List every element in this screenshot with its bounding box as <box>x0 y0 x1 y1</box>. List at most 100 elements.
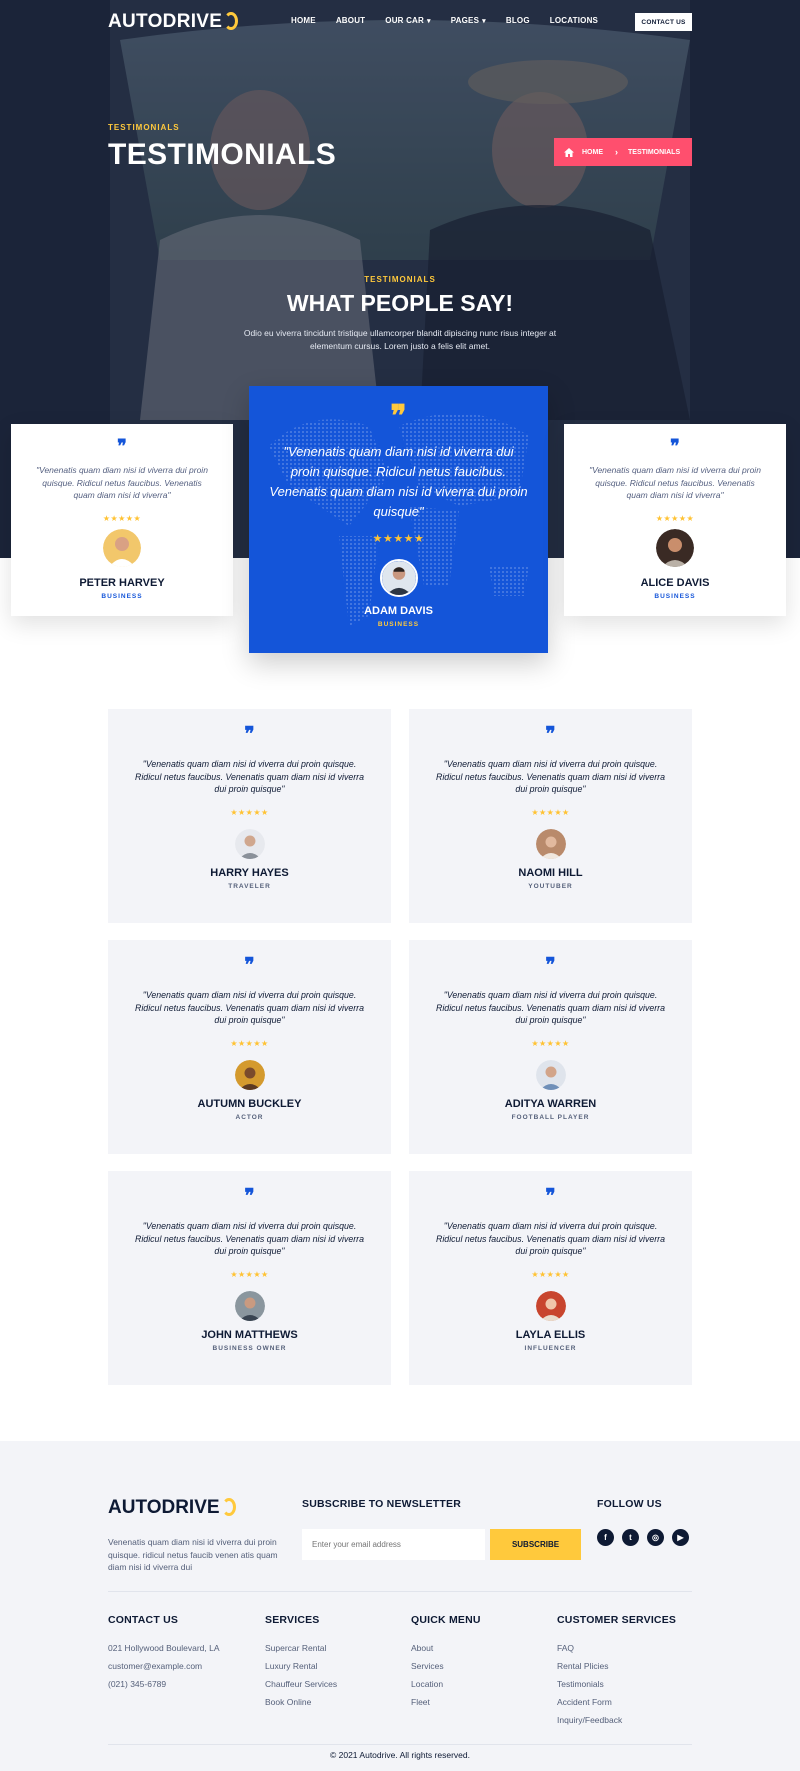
featured-testimonial-right: ❞ "Venenatis quam diam nisi id viverra d… <box>564 424 786 616</box>
contact-us-button[interactable]: CONTACT US <box>635 13 692 31</box>
facebook-icon[interactable]: f <box>597 1529 614 1546</box>
footer-link[interactable]: Inquiry/Feedback <box>557 1715 676 1725</box>
nav-label: PAGES <box>450 16 480 25</box>
footer-quick-menu-column: QUICK MENU About Services Location Fleet <box>411 1614 481 1715</box>
testimonial-card: ❞ "Venenatis quam diam nisi id viverra d… <box>409 1171 692 1385</box>
nav-label: ABOUT <box>335 16 366 25</box>
quote-icon: ❞ <box>244 1185 255 1207</box>
testimonial-role: BUSINESS <box>377 621 420 628</box>
breadcrumb-home[interactable]: HOME <box>582 149 603 156</box>
quote-icon: ❞ <box>244 723 255 745</box>
testimonial-role: FOOTBALL PLAYER <box>511 1113 590 1121</box>
testimonial-quote: "Venenatis quam diam nisi id viverra dui… <box>436 1221 665 1256</box>
logo-text: AUTODRIVE <box>108 1497 220 1518</box>
banner-eyebrow: TESTIMONIALS <box>108 123 180 132</box>
testimonial-quote: "Venenatis quam diam nisi id viverra dui… <box>135 1221 364 1256</box>
footer-link[interactable]: Rental Plicies <box>557 1661 676 1671</box>
star-rating: ★★★★★ <box>531 1038 570 1048</box>
breadcrumb: HOME › TESTIMONIALS <box>554 138 692 166</box>
footer-address: 021 Hollywood Boulevard, LA <box>108 1643 220 1653</box>
star-rating: ★★★★★ <box>531 807 570 817</box>
avatar <box>379 559 418 597</box>
nav-blog[interactable]: BLOG <box>506 16 530 25</box>
footer-link[interactable]: Services <box>411 1661 481 1671</box>
avatar <box>535 828 566 859</box>
testimonial-name: LAYLA ELLIS <box>515 1328 586 1341</box>
testimonial-role: BUSINESS OWNER <box>212 1344 287 1352</box>
footer-customer-services-heading: CUSTOMER SERVICES <box>557 1614 677 1626</box>
logo-mark-icon <box>224 12 239 30</box>
quote-icon: ❞ <box>117 436 127 457</box>
testimonial-quote: "Venenatis quam diam nisi id viverra dui… <box>589 465 761 500</box>
main-nav: HOME ABOUT OUR CAR ▾ PAGES ▾ BLOG LOCATION… <box>291 16 618 25</box>
testimonial-role: TRAVELER <box>228 882 271 890</box>
newsletter-email-input[interactable] <box>302 1529 485 1560</box>
star-rating: ★★★★★ <box>230 1038 269 1048</box>
testimonial-quote: "Venenatis quam diam nisi id viverra dui… <box>36 465 208 500</box>
footer-link[interactable]: Fleet <box>411 1697 481 1707</box>
avatar <box>234 1059 265 1090</box>
footer-link[interactable]: Location <box>411 1679 481 1689</box>
footer-services-column: SERVICES Supercar Rental Luxury Rental C… <box>265 1614 337 1715</box>
quote-icon: ❞ <box>670 436 680 457</box>
footer-bottom-divider <box>108 1744 692 1745</box>
nav-our-car[interactable]: OUR CAR ▾ <box>385 16 430 25</box>
footer-logo[interactable]: AUTODRIVE <box>108 1497 236 1519</box>
nav-label: HOME <box>291 16 316 25</box>
testimonial-name: PETER HARVEY <box>79 576 165 589</box>
footer-link[interactable]: Supercar Rental <box>265 1643 337 1653</box>
nav-about[interactable]: ABOUT <box>336 16 365 25</box>
twitter-icon[interactable]: t <box>622 1529 639 1546</box>
avatar <box>656 528 694 567</box>
youtube-icon[interactable]: ▶ <box>672 1529 689 1546</box>
logo-text: AUTODRIVE <box>108 11 223 32</box>
chevron-down-icon: ▾ <box>427 18 431 25</box>
subscribe-button[interactable]: SUBSCRIBE <box>490 1529 581 1560</box>
testimonial-card: ❞ "Venenatis quam diam nisi id viverra d… <box>108 940 391 1154</box>
testimonial-name: ALICE DAVIS <box>640 576 710 589</box>
featured-testimonial-left: ❞ "Venenatis quam diam nisi id viverra d… <box>11 424 233 616</box>
star-rating: ★★★★★ <box>102 513 142 523</box>
logo[interactable]: AUTODRIVE <box>108 11 239 33</box>
testimonial-name: AUTUMN BUCKLEY <box>197 1097 302 1110</box>
star-rating: ★★★★★ <box>372 533 425 545</box>
nav-locations[interactable]: LOCATIONS <box>550 16 598 25</box>
star-rating: ★★★★★ <box>230 1269 269 1279</box>
footer-link[interactable]: Book Online <box>265 1697 337 1707</box>
footer-phone[interactable]: (021) 345-6789 <box>108 1679 220 1689</box>
footer-link[interactable]: FAQ <box>557 1643 676 1653</box>
avatar <box>234 828 265 859</box>
testimonial-role: BUSINESS <box>654 592 696 600</box>
quote-icon: ❞ <box>545 954 556 976</box>
footer-link[interactable]: Luxury Rental <box>265 1661 337 1671</box>
copyright: © 2021 Autodrive. All rights reserved. <box>330 1750 470 1760</box>
testimonial-quote: "Venenatis quam diam nisi id viverra dui… <box>269 444 528 519</box>
avatar <box>103 528 141 567</box>
quote-icon: ❞ <box>545 1185 556 1207</box>
breadcrumb-current: TESTIMONIALS <box>628 148 681 156</box>
testimonial-role: BUSINESS <box>101 592 143 600</box>
footer-contact-heading: CONTACT US <box>108 1614 179 1626</box>
navbar: AUTODRIVE HOME ABOUT OUR CAR ▾ PAGES ▾ BLO… <box>0 0 800 44</box>
testimonial-card: ❞ "Venenatis quam diam nisi id viverra d… <box>409 709 692 923</box>
footer-email[interactable]: customer@example.com <box>108 1661 220 1671</box>
testimonial-role: ACTOR <box>235 1113 264 1121</box>
star-rating: ★★★★★ <box>655 513 695 523</box>
footer-link[interactable]: Chauffeur Services <box>265 1679 337 1689</box>
home-icon <box>564 147 574 157</box>
instagram-icon[interactable]: ◎ <box>647 1529 664 1546</box>
star-rating: ★★★★★ <box>531 1269 570 1279</box>
chevron-right-icon: › <box>615 147 618 157</box>
footer-link[interactable]: About <box>411 1643 481 1653</box>
footer-link[interactable]: Accident Form <box>557 1697 676 1707</box>
nav-pages[interactable]: PAGES ▾ <box>451 16 486 25</box>
testimonial-role: INFLUENCER <box>524 1344 577 1352</box>
testimonial-name: ADITYA WARREN <box>504 1097 597 1110</box>
quote-icon: ❞ <box>545 723 556 745</box>
nav-label: BLOG <box>505 16 530 25</box>
footer-link[interactable]: Testimonials <box>557 1679 676 1689</box>
nav-home[interactable]: HOME <box>291 16 316 25</box>
footer-contact-column: CONTACT US 021 Hollywood Boulevard, LA c… <box>108 1614 220 1697</box>
testimonial-card: ❞ "Venenatis quam diam nisi id viverra d… <box>108 1171 391 1385</box>
logo-mark-icon <box>221 1498 236 1516</box>
